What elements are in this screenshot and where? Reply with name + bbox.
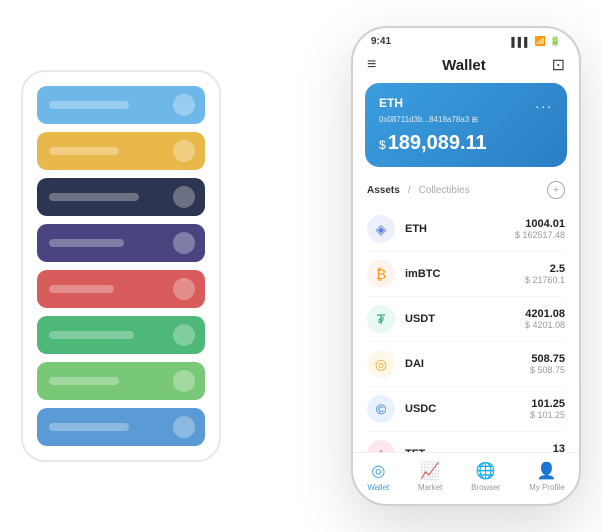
- menu-icon[interactable]: ≡: [367, 56, 376, 74]
- eth-label: ETH: [379, 96, 403, 110]
- status-bar: 9:41 ▌▌▌ 📶 🔋: [353, 28, 579, 51]
- asset-list: ◈ ETH1004.01$ 162517.48 ₿ imBTC2.5$ 21760.1…: [353, 207, 579, 452]
- asset-amounts: 2.5$ 21760.1: [525, 263, 565, 285]
- asset-amounts: 508.75$ 508.75: [530, 353, 565, 375]
- signal-icon: ▌▌▌: [511, 37, 530, 47]
- asset-amounts: 130: [553, 443, 565, 452]
- nav-item-browser[interactable]: 🌐 Browser: [471, 461, 500, 492]
- asset-item-usdc[interactable]: © USDC101.25$ 101.25: [367, 387, 565, 432]
- asset-amount: 1004.01: [515, 218, 565, 230]
- bottom-nav: ◎ Wallet 📈 Market 🌐 Browser 👤 My Profile: [353, 452, 579, 504]
- battery-icon: 🔋: [550, 36, 561, 47]
- add-asset-button[interactable]: +: [547, 181, 565, 199]
- asset-item-usdt[interactable]: ₮ USDT4201.08$ 4201.08: [367, 297, 565, 342]
- stack-card-4[interactable]: [37, 270, 205, 308]
- collectibles-tab[interactable]: Collectibles: [419, 185, 470, 196]
- nav-label: Browser: [471, 483, 500, 492]
- stack-card-7[interactable]: [37, 408, 205, 446]
- asset-amounts: 101.25$ 101.25: [530, 398, 565, 420]
- currency-symbol: $: [379, 138, 386, 152]
- usdt-icon: ₮: [367, 305, 395, 333]
- asset-name: USDC: [405, 403, 530, 415]
- nav-item-wallet[interactable]: ◎ Wallet: [367, 461, 389, 492]
- asset-name: DAI: [405, 358, 530, 370]
- stack-card-0[interactable]: [37, 86, 205, 124]
- asset-amount: 508.75: [530, 353, 565, 365]
- asset-amount: 13: [553, 443, 565, 452]
- assets-tab[interactable]: Assets: [367, 185, 400, 196]
- asset-amounts: 4201.08$ 4201.08: [525, 308, 565, 330]
- asset-amount: 101.25: [530, 398, 565, 410]
- asset-amounts: 1004.01$ 162517.48: [515, 218, 565, 240]
- asset-amount: 4201.08: [525, 308, 565, 320]
- asset-item-tft[interactable]: ✦TFT130: [367, 432, 565, 452]
- eth-address: 0x08711d3b...8418a78a3 ⊞: [379, 115, 553, 124]
- asset-value: $ 4201.08: [525, 320, 565, 330]
- scene: 9:41 ▌▌▌ 📶 🔋 ≡ Wallet ⊡ ETH ... 0x08711d…: [21, 16, 581, 516]
- wallet-nav-icon: ◎: [371, 461, 385, 481]
- eth-card[interactable]: ETH ... 0x08711d3b...8418a78a3 ⊞ $189,08…: [365, 83, 567, 167]
- stack-card-1[interactable]: [37, 132, 205, 170]
- tft-icon: ✦: [367, 440, 395, 452]
- time: 9:41: [371, 36, 391, 47]
- phone-mockup: 9:41 ▌▌▌ 📶 🔋 ≡ Wallet ⊡ ETH ... 0x08711d…: [351, 26, 581, 506]
- browser-nav-icon: 🌐: [476, 461, 496, 481]
- stack-card-6[interactable]: [37, 362, 205, 400]
- asset-amount: 2.5: [525, 263, 565, 275]
- usdc-icon: ©: [367, 395, 395, 423]
- my profile-nav-icon: 👤: [537, 461, 557, 481]
- asset-item-imbtc[interactable]: ₿ imBTC2.5$ 21760.1: [367, 252, 565, 297]
- phone-header: ≡ Wallet ⊡: [353, 51, 579, 83]
- market-nav-icon: 📈: [420, 461, 440, 481]
- asset-value: $ 101.25: [530, 410, 565, 420]
- wifi-icon: 📶: [535, 36, 546, 47]
- assets-tabs: Assets / Collectibles: [367, 185, 470, 196]
- asset-value: $ 508.75: [530, 365, 565, 375]
- asset-name: ETH: [405, 223, 515, 235]
- scan-icon[interactable]: ⊡: [552, 55, 565, 75]
- assets-header: Assets / Collectibles +: [353, 177, 579, 207]
- dai-icon: ◎: [367, 350, 395, 378]
- nav-label: Wallet: [367, 483, 389, 492]
- status-icons: ▌▌▌ 📶 🔋: [511, 36, 561, 47]
- eth-dots[interactable]: ...: [535, 95, 553, 111]
- stack-card-3[interactable]: [37, 224, 205, 262]
- header-title: Wallet: [442, 57, 486, 74]
- eth-card-header: ETH ...: [379, 95, 553, 111]
- nav-label: Market: [418, 483, 442, 492]
- nav-label: My Profile: [529, 483, 565, 492]
- stack-card-2[interactable]: [37, 178, 205, 216]
- nav-item-my-profile[interactable]: 👤 My Profile: [529, 461, 565, 492]
- asset-item-eth[interactable]: ◈ ETH1004.01$ 162517.48: [367, 207, 565, 252]
- imbtc-icon: ₿: [367, 260, 395, 288]
- nav-item-market[interactable]: 📈 Market: [418, 461, 442, 492]
- asset-name: imBTC: [405, 268, 525, 280]
- eth-icon: ◈: [367, 215, 395, 243]
- asset-value: $ 21760.1: [525, 275, 565, 285]
- asset-item-dai[interactable]: ◎ DAI508.75$ 508.75: [367, 342, 565, 387]
- assets-divider: /: [408, 185, 411, 196]
- eth-balance: $189,089.11: [379, 132, 553, 155]
- card-stack: [21, 70, 221, 462]
- stack-card-5[interactable]: [37, 316, 205, 354]
- asset-name: USDT: [405, 313, 525, 325]
- asset-value: $ 162517.48: [515, 230, 565, 240]
